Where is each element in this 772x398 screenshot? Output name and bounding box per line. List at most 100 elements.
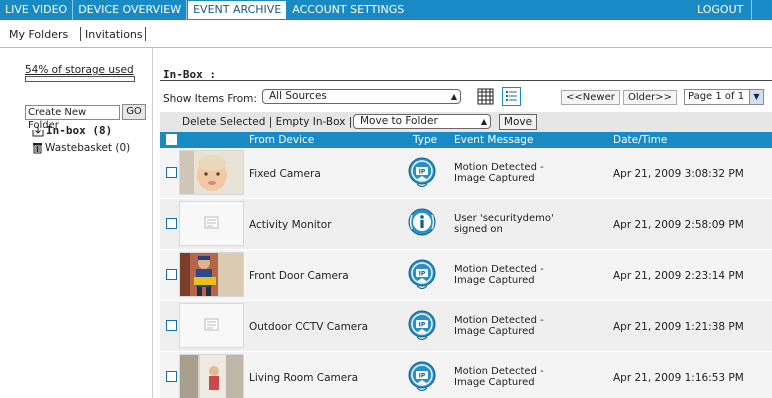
- column-from-device[interactable]: From Device: [249, 134, 314, 146]
- create-folder-input[interactable]: Create New Folder: [25, 105, 120, 131]
- storage-usage-fill: [26, 77, 85, 81]
- camera-icon: IP: [408, 310, 436, 340]
- event-thumbnail[interactable]: [179, 354, 244, 398]
- trash-icon: [33, 143, 42, 154]
- camera-icon: IP: [408, 157, 436, 187]
- main-content: In-Box : Show Items From: All Sources ▲ …: [160, 48, 772, 398]
- list-view-button[interactable]: [502, 87, 521, 106]
- info-icon: [408, 208, 436, 236]
- row-message: Motion Detected - Image Captured: [454, 162, 544, 184]
- row-message-line2: Image Captured: [454, 173, 535, 184]
- folder-wastebasket[interactable]: Wastebasket (0): [32, 142, 130, 154]
- action-bar: Delete Selected | Empty In-Box | Move to…: [160, 112, 772, 132]
- event-thumbnail[interactable]: [179, 150, 244, 195]
- svg-text:IP: IP: [419, 322, 426, 329]
- invitations-link[interactable]: Invitations: [85, 28, 143, 41]
- row-message-line1: User 'securitydemo': [454, 213, 554, 224]
- event-thumbnail[interactable]: [179, 303, 244, 348]
- list-view-icon: [506, 91, 517, 101]
- camera-icon: IP: [408, 361, 436, 391]
- tab-event-archive[interactable]: EVENT ARCHIVE: [187, 0, 288, 20]
- svg-text:IP: IP: [419, 373, 426, 380]
- top-navigation: LIVE VIDEO DEVICE OVERVIEW EVENT ARCHIVE…: [0, 0, 772, 20]
- row-message: Motion Detected - Image Captured: [454, 315, 544, 337]
- folder-wastebasket-label: Wastebasket (0): [45, 142, 131, 154]
- event-thumbnail[interactable]: [179, 252, 244, 297]
- svg-text:IP: IP: [419, 271, 426, 278]
- subnav-separator: [80, 27, 81, 41]
- row-date: Apr 21, 2009 2:58:09 PM: [613, 219, 744, 231]
- row-type: IP: [407, 156, 437, 190]
- subnav-separator: [145, 27, 146, 41]
- row-message-line2: Image Captured: [454, 377, 535, 388]
- row-checkbox[interactable]: [166, 269, 177, 280]
- svg-text:IP: IP: [419, 169, 426, 176]
- select-arrows-icon: ▲: [480, 117, 487, 126]
- row-device: Outdoor CCTV Camera: [249, 321, 369, 333]
- folder-inbox-label: In-box (8): [46, 124, 113, 137]
- column-type[interactable]: Type: [413, 134, 437, 146]
- move-button[interactable]: Move: [499, 114, 537, 130]
- row-type: IP: [407, 360, 437, 394]
- row-message: Motion Detected - Image Captured: [454, 366, 544, 388]
- go-button[interactable]: GO: [122, 104, 146, 120]
- row-date: Apr 21, 2009 1:21:38 PM: [613, 321, 744, 333]
- tab-account-settings[interactable]: ACCOUNT SETTINGS: [287, 0, 409, 20]
- folder-sidebar: 54% of storage used Create New Folder GO…: [0, 48, 153, 398]
- select-all-checkbox[interactable]: [166, 134, 177, 145]
- table-row[interactable]: Fixed Camera IP Motion Detected - Image Cap…: [160, 148, 772, 199]
- logout-link[interactable]: LOGOUT: [697, 0, 753, 20]
- table-row[interactable]: Front Door Camera IP Motion Detected - Imag…: [160, 250, 772, 301]
- row-message-line2: Image Captured: [454, 326, 535, 337]
- row-message-line1: Motion Detected -: [454, 162, 544, 173]
- row-message-line1: Motion Detected -: [454, 366, 544, 377]
- show-items-label: Show Items From:: [163, 93, 257, 105]
- tab-live-video[interactable]: LIVE VIDEO: [0, 0, 74, 20]
- page-select-value: Page 1 of 1: [688, 91, 745, 102]
- chevron-down-icon: ▼: [749, 90, 763, 104]
- inbox-icon: [32, 125, 44, 136]
- table-row[interactable]: Outdoor CCTV Camera IP Motion Detected - Im…: [160, 301, 772, 352]
- row-device: Front Door Camera: [249, 270, 349, 282]
- row-message-line1: Motion Detected -: [454, 315, 544, 326]
- move-to-folder-value: Move to Folder: [360, 115, 438, 127]
- tab-device-overview[interactable]: DEVICE OVERVIEW: [73, 0, 188, 20]
- newer-button[interactable]: <<Newer: [561, 90, 620, 105]
- row-type: [407, 207, 437, 241]
- storage-usage-bar: [25, 76, 135, 82]
- row-checkbox[interactable]: [166, 320, 177, 331]
- row-device: Activity Monitor: [249, 219, 332, 231]
- source-select[interactable]: All Sources ▲: [262, 89, 461, 104]
- row-date: Apr 21, 2009 3:08:32 PM: [613, 168, 744, 180]
- row-message-line2: Image Captured: [454, 275, 535, 286]
- select-arrows-icon: ▲: [450, 92, 457, 101]
- my-folders-link[interactable]: My Folders: [9, 28, 68, 41]
- folder-inbox[interactable]: In-box (8): [32, 124, 112, 137]
- grid-view-icon: [477, 88, 494, 105]
- row-device: Fixed Camera: [249, 168, 321, 180]
- table-row[interactable]: Activity Monitor User 'securitydemo' signe…: [160, 199, 772, 250]
- camera-icon: IP: [408, 259, 436, 289]
- row-message-line1: Motion Detected -: [454, 264, 544, 275]
- move-to-folder-select[interactable]: Move to Folder ▲: [353, 114, 491, 129]
- column-event-message[interactable]: Event Message: [454, 134, 533, 146]
- source-select-value: All Sources: [269, 90, 327, 102]
- page-select[interactable]: Page 1 of 1 ▼: [684, 89, 764, 105]
- storage-usage-text: 54% of storage used: [25, 64, 134, 76]
- row-type: IP: [407, 309, 437, 343]
- event-thumbnail[interactable]: [179, 201, 244, 246]
- older-button[interactable]: Older>>: [623, 90, 678, 105]
- delete-empty-links[interactable]: Delete Selected | Empty In-Box |: [182, 116, 352, 128]
- row-message-line2: signed on: [454, 224, 503, 235]
- grid-view-button[interactable]: [476, 87, 495, 106]
- table-row[interactable]: Living Room Camera IP Motion Detected - Ima…: [160, 352, 772, 398]
- row-type: IP: [407, 258, 437, 292]
- row-checkbox[interactable]: [166, 371, 177, 382]
- row-checkbox[interactable]: [166, 218, 177, 229]
- table-header: From Device Type Event Message Date/Time: [160, 132, 772, 148]
- row-message: Motion Detected - Image Captured: [454, 264, 544, 286]
- row-date: Apr 21, 2009 1:16:53 PM: [613, 372, 744, 384]
- row-device: Living Room Camera: [249, 372, 358, 384]
- column-date-time[interactable]: Date/Time: [613, 134, 667, 146]
- row-checkbox[interactable]: [166, 167, 177, 178]
